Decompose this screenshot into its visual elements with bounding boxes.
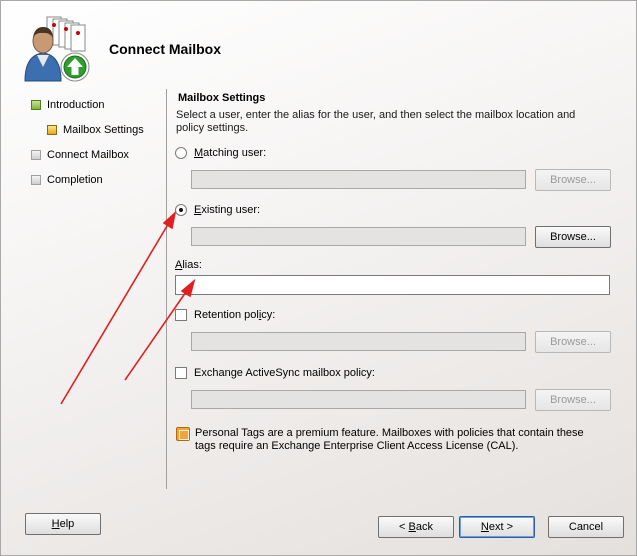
- annotation-arrow-alias: [124, 288, 189, 381]
- annotation-arrowhead-existing-user: [162, 210, 177, 230]
- annotation-arrows: [60, 210, 196, 405]
- wizard-window: Connect Mailbox Introduction Mailbox Set…: [0, 0, 637, 556]
- annotation-arrow-existing-user: [60, 220, 171, 405]
